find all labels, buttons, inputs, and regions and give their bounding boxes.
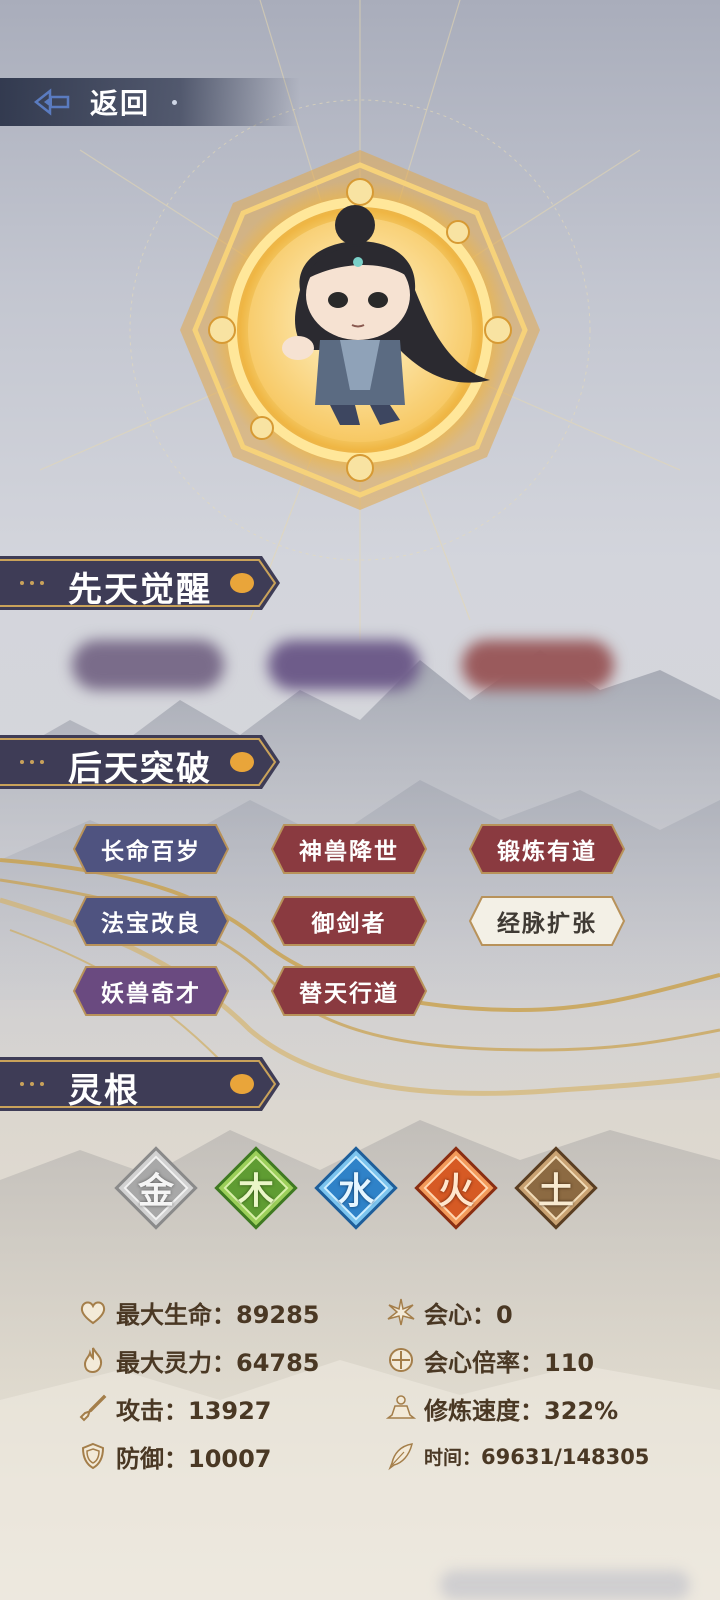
talent-label: 替天行道 (299, 981, 399, 1007)
stat-cultivation-speed: 修炼速度：322% (386, 1388, 618, 1428)
stat-value: 攻击：13927 (116, 1396, 272, 1425)
talent-chip[interactable]: 神兽降世 (270, 822, 428, 876)
stat-value: 时间：69631/148305 (424, 1445, 650, 1469)
talent-label: 御剑者 (311, 911, 387, 937)
flame-icon (83, 1347, 103, 1374)
stat-defense: 防御：10007 (78, 1436, 272, 1476)
section-title: 后天突破 (68, 749, 212, 789)
spirit-root-gold-icon[interactable]: 金 (108, 1140, 204, 1236)
character-avatar (180, 150, 540, 510)
stat-max-hp: 最大生命：89285 (78, 1292, 320, 1332)
section-header-acquired: 后天突破 (0, 731, 282, 793)
talent-label: 长命百岁 (101, 839, 201, 865)
talent-chip[interactable]: 经脉扩张 (468, 894, 626, 948)
decorative-dot (172, 99, 178, 105)
feather-icon (388, 1443, 414, 1471)
section-title: 灵根 (68, 1071, 140, 1111)
blurred-innate-chip (268, 640, 420, 690)
spirit-root-wood-icon[interactable]: 木 (208, 1140, 304, 1236)
burst-icon (387, 1298, 415, 1326)
shield-icon (81, 1442, 105, 1470)
stat-crit-rate: 会心倍率：110 (386, 1340, 594, 1380)
stat-crit: 会心：0 (386, 1292, 513, 1332)
section-header-spirit-root: 灵根 (0, 1053, 282, 1115)
talent-chip[interactable]: 御剑者 (270, 894, 428, 948)
talent-chip[interactable]: 法宝改良 (72, 894, 230, 948)
blurred-footer (440, 1570, 690, 1600)
stat-value: 修炼速度：322% (424, 1396, 619, 1425)
talent-label: 妖兽奇才 (101, 981, 201, 1007)
talent-chip[interactable]: 妖兽奇才 (72, 964, 230, 1018)
back-arrow-icon (33, 88, 70, 116)
stat-value: 最大生命：89285 (116, 1300, 320, 1329)
talent-chip[interactable]: 锻炼有道 (468, 822, 626, 876)
blurred-innate-chip (462, 640, 614, 690)
back-label: 返回 (90, 87, 151, 120)
spirit-root-fire-icon[interactable]: 火 (408, 1140, 504, 1236)
stat-value: 防御：10007 (116, 1444, 272, 1473)
talent-label: 神兽降世 (299, 839, 399, 865)
sword-icon (79, 1394, 107, 1422)
stat-value: 会心：0 (424, 1300, 513, 1329)
meditation-icon (386, 1395, 416, 1419)
talent-label: 经脉扩张 (497, 911, 597, 937)
talent-label: 锻炼有道 (497, 839, 597, 865)
spirit-root-water-icon[interactable]: 水 (308, 1140, 404, 1236)
target-icon (389, 1348, 413, 1372)
stat-max-spirit: 最大灵力：64785 (78, 1340, 320, 1380)
heart-icon (80, 1301, 106, 1325)
back-button[interactable]: 返回 (0, 78, 300, 126)
talent-chip[interactable]: 长命百岁 (72, 822, 230, 876)
talent-chip[interactable]: 替天行道 (270, 964, 428, 1018)
stat-time: 时间：69631/148305 (386, 1436, 649, 1476)
section-banner-icon (0, 1057, 280, 1111)
stat-attack: 攻击：13927 (78, 1388, 272, 1428)
stat-value: 会心倍率：110 (424, 1348, 595, 1377)
section-title: 先天觉醒 (68, 570, 212, 610)
spirit-root-earth-icon[interactable]: 土 (508, 1140, 604, 1236)
section-header-innate: 先天觉醒 (0, 552, 282, 614)
blurred-innate-chip (72, 640, 224, 690)
stat-value: 最大灵力：64785 (116, 1348, 320, 1377)
talent-label: 法宝改良 (101, 911, 201, 937)
